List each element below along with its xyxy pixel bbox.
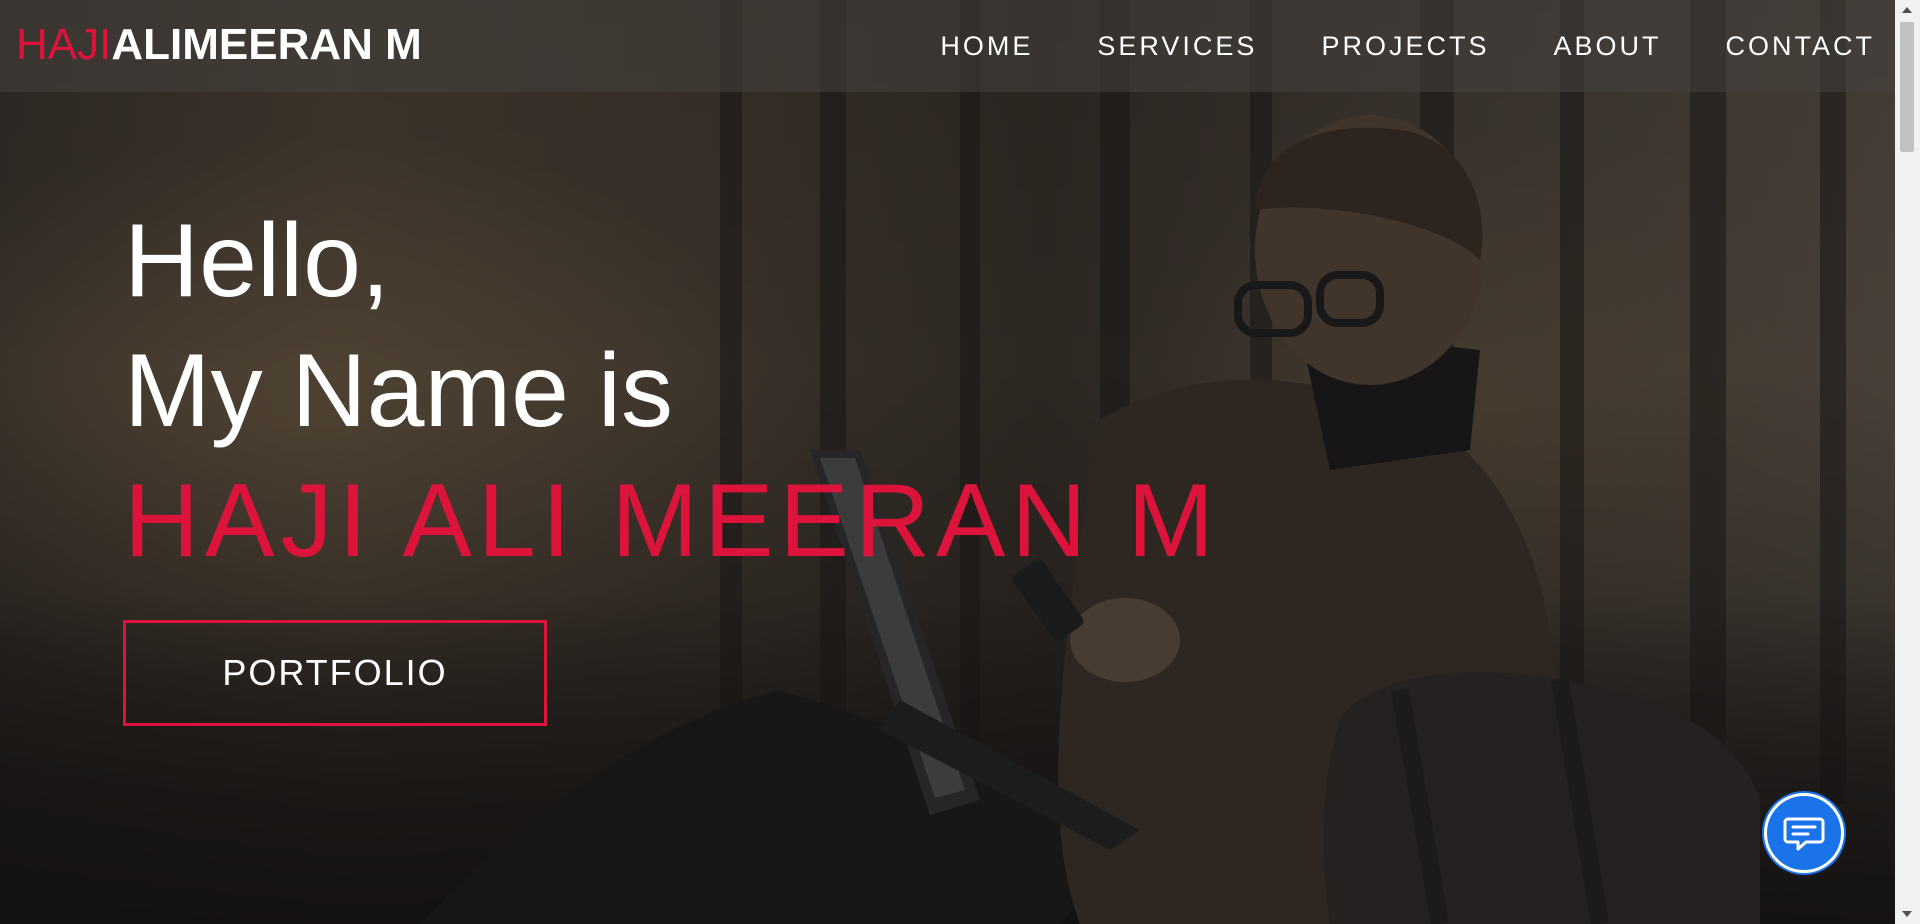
brand-logo-name: ALIMEERAN M: [111, 20, 422, 69]
chat-widget-button[interactable]: [1764, 793, 1844, 873]
hero-heading: Hello, My Name is HAJI ALI MEERAN M: [124, 196, 1220, 586]
nav-links: HOME SERVICES PROJECTS ABOUT CONTACT: [876, 0, 1875, 92]
chat-icon: [1783, 817, 1825, 851]
page-viewport: HAJIALIMEERAN M HOME SERVICES PROJECTS A…: [0, 0, 1895, 924]
hero-name: HAJI ALI MEERAN M: [124, 463, 1220, 579]
nav-link-projects[interactable]: PROJECTS: [1321, 31, 1489, 62]
brand-logo[interactable]: HAJIALIMEERAN M: [16, 20, 422, 70]
hero-greeting: Hello,: [124, 203, 390, 319]
page-scrollbar[interactable]: [1895, 0, 1920, 924]
nav-link-about[interactable]: ABOUT: [1553, 31, 1661, 62]
navbar: HAJIALIMEERAN M HOME SERVICES PROJECTS A…: [0, 0, 1895, 92]
brand-logo-accent: HAJI: [16, 20, 112, 69]
scroll-down-arrow-icon[interactable]: [1902, 911, 1912, 917]
scroll-up-arrow-icon[interactable]: [1902, 7, 1912, 13]
portfolio-button[interactable]: PORTFOLIO: [123, 620, 547, 726]
scrollbar-thumb[interactable]: [1900, 22, 1914, 152]
nav-link-home[interactable]: HOME: [940, 31, 1033, 62]
nav-link-services[interactable]: SERVICES: [1097, 31, 1257, 62]
hero-intro: My Name is: [124, 333, 673, 449]
nav-link-contact[interactable]: CONTACT: [1726, 31, 1876, 62]
